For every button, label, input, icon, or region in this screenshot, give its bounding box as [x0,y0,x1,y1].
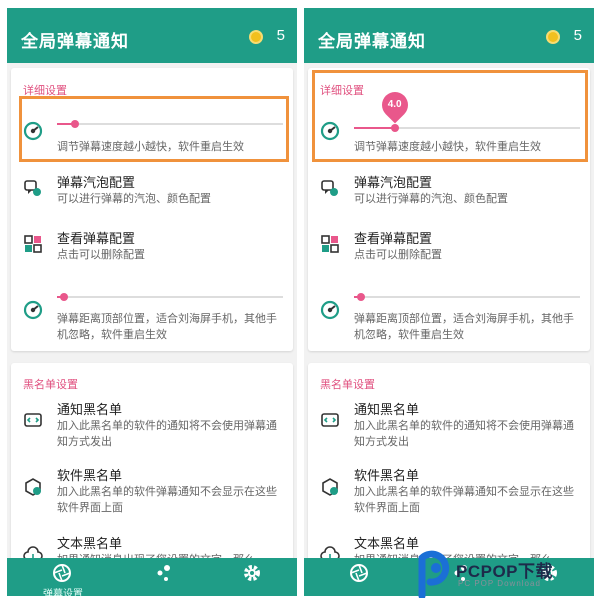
app-title: 全局弹幕通知 [21,32,129,51]
coin-icon [249,30,263,44]
app-blacklist-desc: 加入此黑名单的软件弹幕通知不会显示在这些软件界面上面 [57,486,277,514]
app-bar: 全局弹幕通知 5 [7,8,297,63]
bubble-palette-icon [24,180,41,196]
app-bar: 全局弹幕通知 5 [304,8,594,63]
bubble-config-item[interactable]: 弹幕汽泡配置 可以进行弹幕的汽泡、颜色配置 [308,168,590,212]
highlight-box [312,70,588,162]
position-desc: 弹幕距离顶部位置，适合刘海屏手机，其他手机忽略，软件重启生效 [57,313,277,341]
bubble-palette-icon [321,180,338,196]
grid-config-icon [24,235,42,253]
notify-blacklist-desc: 加入此黑名单的软件的通知将不会使用弹幕通知方式发出 [354,420,574,448]
bubble-config-item[interactable]: 弹幕汽泡配置 可以进行弹幕的汽泡、颜色配置 [11,168,293,212]
notify-blacklist-desc: 加入此黑名单的软件的通知将不会使用弹幕通知方式发出 [57,420,277,448]
gear-icon[interactable] [241,562,263,584]
phone-screen-right: 全局弹幕通知 5 详细设置 4.0 调节弹幕速度越小越快，软件重启生效 弹幕汽泡… [304,8,594,596]
pcpop-watermark: PCPOP下载 PC POP Download [414,548,600,600]
notify-blacklist-title: 通知黑名单 [57,402,123,417]
view-config-desc: 点击可以删除配置 [354,249,442,261]
app-blacklist-desc: 加入此黑名单的软件弹幕通知不会显示在这些软件界面上面 [354,486,574,514]
section-title-blacklist: 黑名单设置 [23,379,78,391]
view-config-title: 查看弹幕配置 [354,231,433,246]
coin-count: 5 [276,27,285,44]
app-block-icon [25,478,41,496]
aperture-icon[interactable] [51,562,73,584]
notify-blacklist-title: 通知黑名单 [354,402,420,417]
position-desc: 弹幕距离顶部位置，适合刘海屏手机，其他手机忽略，软件重启生效 [354,313,574,341]
bubble-config-desc: 可以进行弹幕的汽泡、颜色配置 [354,193,508,205]
blacklist-card: 黑名单设置 通知黑名单 加入此黑名单的软件的通知将不会使用弹幕通知方式发出 软件… [11,363,293,578]
text-blacklist-title: 文本黑名单 [57,536,123,551]
speedometer-icon [23,300,43,320]
app-blacklist-item[interactable]: 软件黑名单 加入此黑名单的软件弹幕通知不会显示在这些软件界面上面 [11,463,293,517]
app-title: 全局弹幕通知 [318,32,426,51]
position-slider-thumb[interactable] [59,293,68,301]
view-config-item[interactable]: 查看弹幕配置 点击可以删除配置 [11,224,293,268]
text-blacklist-title: 文本黑名单 [354,536,420,551]
position-setting: 弹幕距离顶部位置，适合刘海屏手机，其他手机忽略，软件重启生效 [11,288,293,348]
position-slider[interactable] [354,291,580,303]
coin-icon [546,30,560,44]
notification-code-icon [24,413,42,427]
bottom-nav: 弹幕设置 [7,558,297,596]
pcpop-logo-icon [418,550,450,598]
notify-blacklist-item[interactable]: 通知黑名单 加入此黑名单的软件的通知将不会使用弹幕通知方式发出 [11,397,293,451]
app-blacklist-item[interactable]: 软件黑名单 加入此黑名单的软件弹幕通知不会显示在这些软件界面上面 [308,463,590,517]
aperture-icon[interactable] [348,562,370,584]
position-setting: 弹幕距离顶部位置，适合刘海屏手机，其他手机忽略，软件重启生效 [308,288,590,348]
grid-config-icon [321,235,339,253]
app-blacklist-title: 软件黑名单 [354,468,420,483]
bubble-config-title: 弹幕汽泡配置 [354,175,433,190]
phone-screen-left: 全局弹幕通知 5 详细设置 调节弹幕速度越小越快，软件重启生效 弹幕汽泡配置 可… [7,8,297,596]
app-block-icon [322,478,338,496]
highlight-box [19,96,289,162]
app-blacklist-title: 软件黑名单 [57,468,123,483]
notify-blacklist-item[interactable]: 通知黑名单 加入此黑名单的软件的通知将不会使用弹幕通知方式发出 [308,397,590,451]
view-config-desc: 点击可以删除配置 [57,249,145,261]
section-title-blacklist: 黑名单设置 [320,379,375,391]
bubble-config-desc: 可以进行弹幕的汽泡、颜色配置 [57,193,211,205]
view-config-item[interactable]: 查看弹幕配置 点击可以删除配置 [308,224,590,268]
bubble-config-title: 弹幕汽泡配置 [57,175,136,190]
nav-label-danmaku: 弹幕设置 [43,589,83,596]
blacklist-card: 黑名单设置 通知黑名单 加入此黑名单的软件的通知将不会使用弹幕通知方式发出 软件… [308,363,590,578]
position-slider[interactable] [57,291,283,303]
view-config-title: 查看弹幕配置 [57,231,136,246]
coin-count: 5 [573,27,582,44]
dots-icon[interactable] [153,562,175,584]
speedometer-icon [320,300,340,320]
position-slider-thumb[interactable] [356,293,365,301]
notification-code-icon [321,413,339,427]
watermark-subtext: PC POP Download [458,579,541,588]
